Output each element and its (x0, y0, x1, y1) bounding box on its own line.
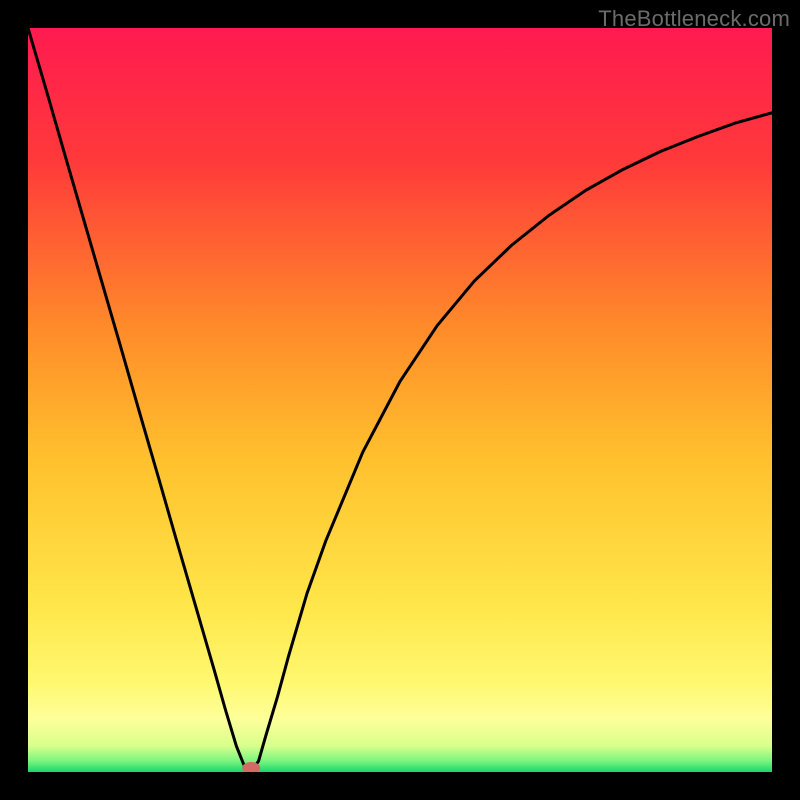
watermark-text: TheBottleneck.com (598, 6, 790, 32)
chart-canvas (28, 28, 772, 772)
chart-background (28, 28, 772, 772)
chart-frame (28, 28, 772, 772)
